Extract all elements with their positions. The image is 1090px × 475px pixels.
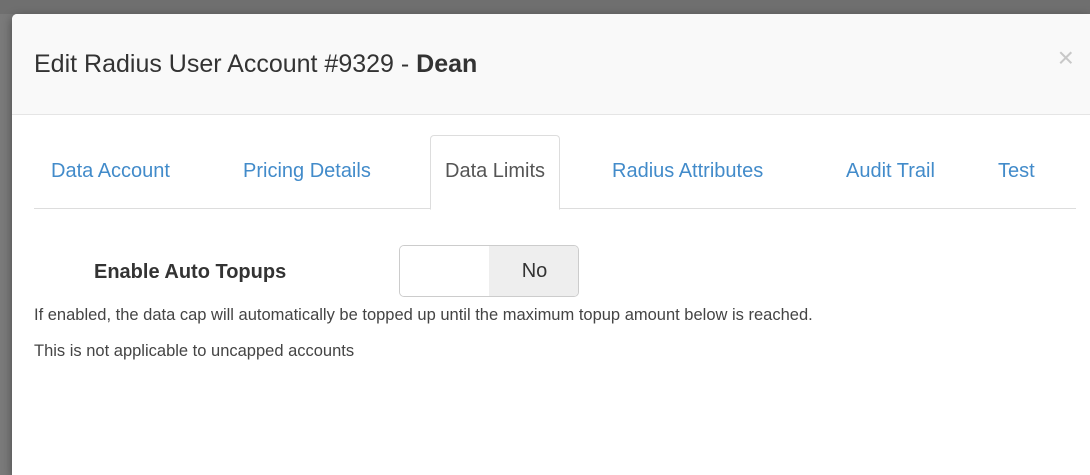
tab-test[interactable]: Test <box>998 135 1035 209</box>
toggle-no-side[interactable]: No <box>489 246 578 296</box>
auto-topups-toggle[interactable]: No <box>399 245 579 297</box>
tab-radius-attributes[interactable]: Radius Attributes <box>612 135 763 209</box>
tab-bar: Data Account Pricing Details Data Limits… <box>34 135 1076 210</box>
modal-header: Edit Radius User Account #9329 - Dean × <box>12 14 1090 115</box>
auto-topups-label: Enable Auto Topups <box>94 261 287 283</box>
background-navbar <box>0 0 1090 14</box>
tab-pricing-details[interactable]: Pricing Details <box>243 135 371 209</box>
modal-title-prefix: Edit Radius User Account #9329 - <box>34 50 417 78</box>
modal-title-username: Dean <box>416 50 478 78</box>
help-text-line-1: If enabled, the data cap will automatica… <box>34 306 813 324</box>
toggle-yes-side[interactable] <box>400 246 489 296</box>
tab-audit-trail[interactable]: Audit Trail <box>846 135 935 209</box>
tab-data-account[interactable]: Data Account <box>51 135 170 209</box>
edit-account-modal: Edit Radius User Account #9329 - Dean × … <box>12 14 1090 475</box>
close-icon[interactable]: × <box>1058 44 1074 72</box>
tab-data-limits[interactable]: Data Limits <box>430 135 561 210</box>
auto-topups-row: Enable Auto Topups No <box>12 245 1090 299</box>
help-text-line-2: This is not applicable to uncapped accou… <box>34 342 355 360</box>
modal-title: Edit Radius User Account #9329 - Dean <box>34 50 477 79</box>
